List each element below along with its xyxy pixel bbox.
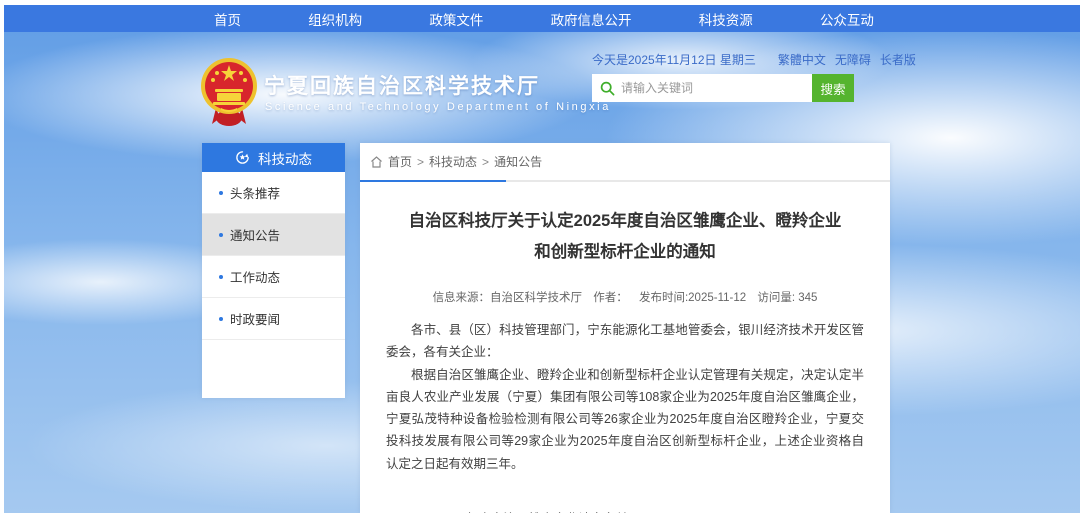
breadcrumb: 首页 > 科技动态 > 通知公告 xyxy=(360,143,890,178)
search-button[interactable]: 搜索 xyxy=(812,74,854,102)
search-input[interactable] xyxy=(621,81,804,95)
article-title-line1: 自治区科技厅关于认定2025年度自治区雏鹰企业、瞪羚企业 xyxy=(360,206,890,237)
sidebar-header: 科技动态 xyxy=(202,143,345,172)
meta-publish-date: 发布时间:2025-11-12 xyxy=(639,292,746,304)
top-nav: 首页 组织机构 政策文件 政府信息公开 科技资源 公众互动 xyxy=(4,5,1080,32)
meta-source: 信息来源：自治区科学技术厅 xyxy=(433,292,583,304)
nav-item-resources[interactable]: 科技资源 xyxy=(699,9,753,29)
article-paragraph: 根据自治区雏鹰企业、瞪羚企业和创新型标杆企业认定管理有关规定，决定认定半亩良人农… xyxy=(386,364,864,475)
breadcrumb-tech-trends[interactable]: 科技动态 xyxy=(429,153,477,170)
nav-item-policy[interactable]: 政策文件 xyxy=(429,9,483,29)
breadcrumb-home[interactable]: 首页 xyxy=(388,153,412,170)
attachments-label: 附件： xyxy=(390,509,428,513)
search-bar: 搜索 xyxy=(592,74,854,102)
site-title: 宁夏回族自治区科学技术厅 xyxy=(264,70,540,100)
article-meta: 信息来源：自治区科学技术厅 作者： 发布时间:2025-11-12 访问量: 3… xyxy=(360,289,890,305)
meta-visits: 访问量: 345 xyxy=(757,292,817,304)
sidebar-item-work-trends[interactable]: 工作动态 xyxy=(202,256,345,298)
nav-item-interaction[interactable]: 公众互动 xyxy=(820,9,874,29)
nav-item-organization[interactable]: 组织机构 xyxy=(308,9,362,29)
bullet-dot-icon xyxy=(219,317,223,321)
sidebar-item-notices[interactable]: 通知公告 xyxy=(202,214,345,256)
bullet-dot-icon xyxy=(219,233,223,237)
sidebar-item-label: 工作动态 xyxy=(230,267,280,286)
link-elder-version[interactable]: 长者版 xyxy=(880,51,916,68)
sidebar-item-label: 头条推荐 xyxy=(230,183,280,202)
breadcrumb-notices[interactable]: 通知公告 xyxy=(494,153,542,170)
sidebar-item-headlines[interactable]: 头条推荐 xyxy=(202,172,345,214)
attachment-link-1[interactable]: 1.2025年度自治区雏鹰企业认定名单 xyxy=(428,509,666,513)
article-title: 自治区科技厅关于认定2025年度自治区雏鹰企业、瞪羚企业 和创新型标杆企业的通知 xyxy=(360,206,890,267)
breadcrumb-divider xyxy=(360,180,890,182)
bullet-dot-icon xyxy=(219,275,223,279)
article-title-line2: 和创新型标杆企业的通知 xyxy=(360,237,890,268)
link-accessibility[interactable]: 无障碍 xyxy=(835,51,871,68)
home-icon xyxy=(370,156,383,168)
sidebar-item-current-affairs[interactable]: 时政要闻 xyxy=(202,298,345,340)
page: 首页 组织机构 政策文件 政府信息公开 科技资源 公众互动 宁夏回族自治区科学技… xyxy=(0,0,1080,513)
meta-author: 作者： xyxy=(593,292,628,304)
bullet-dot-icon xyxy=(219,191,223,195)
breadcrumb-separator: > xyxy=(417,155,424,169)
star-circle-icon xyxy=(235,150,250,165)
date-text: 今天是2025年11月12日 星期三 xyxy=(592,51,756,68)
breadcrumb-separator: > xyxy=(482,155,489,169)
national-emblem-logo xyxy=(200,56,258,128)
site-subtitle: Science and Technology Department of Nin… xyxy=(265,101,611,113)
article-body: 各市、县（区）科技管理部门，宁东能源化工基地管委会，银川经济技术开发区管委会，各… xyxy=(360,305,890,475)
sidebar-title: 科技动态 xyxy=(258,148,312,168)
sidebar-item-label: 时政要闻 xyxy=(230,309,280,328)
utility-bar: 今天是2025年11月12日 星期三 繁體中文 无障碍 长者版 xyxy=(592,51,876,68)
sidebar: 科技动态 头条推荐 通知公告 工作动态 时政要闻 xyxy=(202,143,345,398)
search-icon xyxy=(600,81,615,96)
nav-item-home[interactable]: 首页 xyxy=(214,9,241,29)
main-panel: 首页 > 科技动态 > 通知公告 自治区科技厅关于认定2025年度自治区雏鹰企业… xyxy=(360,143,890,513)
attachments: 附件： 1.2025年度自治区雏鹰企业认定名单 2.2025年度自治区瞪羚企业认… xyxy=(360,475,890,513)
article-paragraph: 各市、县（区）科技管理部门，宁东能源化工基地管委会，银川经济技术开发区管委会，各… xyxy=(386,319,864,364)
nav-item-gov-info[interactable]: 政府信息公开 xyxy=(551,9,632,29)
link-traditional-chinese[interactable]: 繁體中文 xyxy=(778,51,826,68)
sidebar-item-label: 通知公告 xyxy=(230,225,280,244)
